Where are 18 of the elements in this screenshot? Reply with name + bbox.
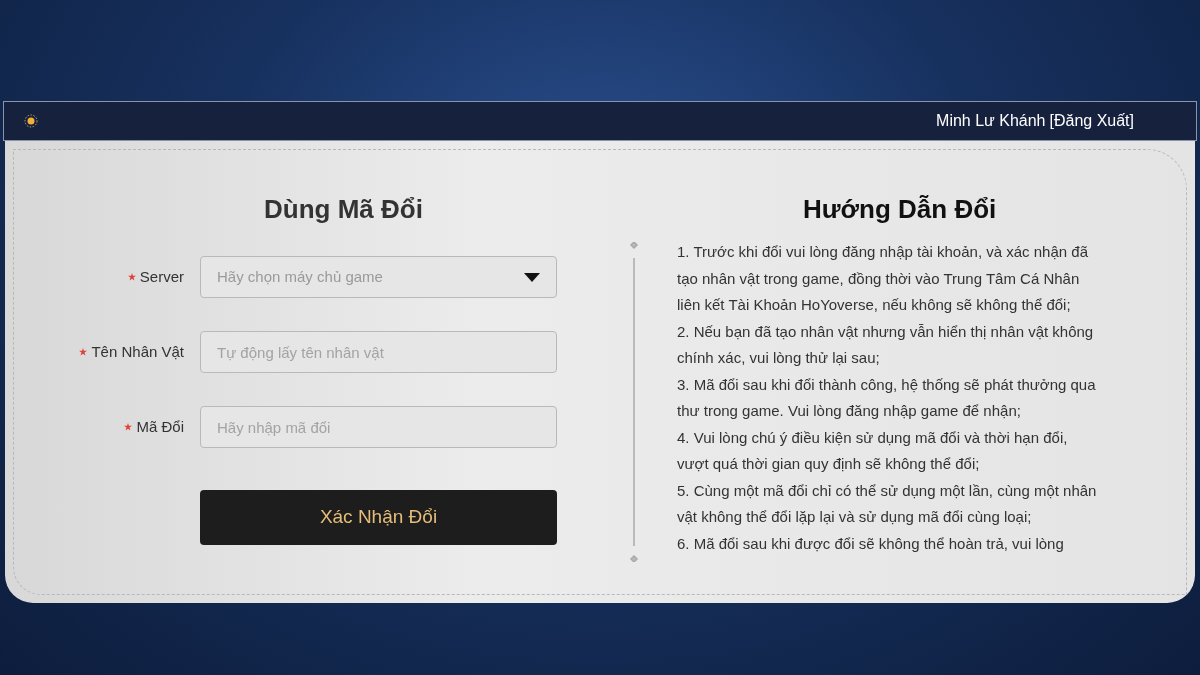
dropdown-caret-icon	[524, 272, 540, 282]
sun-icon	[24, 114, 38, 128]
guide-step: 5. Cùng một mã đổi chỉ có thể sử dụng một lần, cùng một nhân vật không thể đổi lặp lại và sử dụng mã đổi cùng loại;	[677, 477, 1102, 531]
guide-step: 4. Vui lòng chú ý điều kiện sử dụng mã đổi và thời hạn đổi, vượt quá thời gian quy định sẽ không thể đổi;	[677, 424, 1102, 478]
text-input-field[interactable]: Hãy nhập mã đổi	[200, 406, 557, 448]
form-title: Dùng Mã Đổi	[264, 193, 424, 226]
guide-step: 3. Mã đổi sau khi đổi thành công, hệ thống sẽ phát thưởng qua thư trong game. Vui lòng đăng nhập game để nhận;	[677, 371, 1102, 425]
guide-step: 1. Trước khi đổi vui lòng đăng nhập tài khoản, và xác nhận đã tạo nhân vật trong game, đồng thời vào Trung Tâm Cá Nhân liên kết Tài Khoản HoYoverse, nếu không sẽ không thể đổi;	[677, 239, 1102, 319]
field-label: Server	[139, 266, 184, 287]
confirm-button[interactable]: Xác Nhận Đổi	[200, 490, 557, 545]
text-input-field[interactable]: Tự động lấy tên nhân vật	[200, 331, 557, 373]
logout-link[interactable]: [Đăng Xuất]	[1049, 109, 1134, 133]
guide-step: 6. Mã đổi sau khi được đổi sẽ không thể hoàn trả, vui lòng	[677, 530, 1102, 557]
field-label: Mã Đổi	[136, 416, 184, 437]
field-label: Tên Nhân Vật	[91, 341, 184, 362]
guide-title: Hướng Dẫn Đổi	[803, 193, 998, 226]
guide-step: 2. Nếu bạn đã tạo nhân vật nhưng vẫn hiển thị nhân vật không chính xác, vui lòng thử lại sau;	[677, 318, 1102, 372]
user-name: Minh Lư Khánh	[936, 111, 1046, 131]
